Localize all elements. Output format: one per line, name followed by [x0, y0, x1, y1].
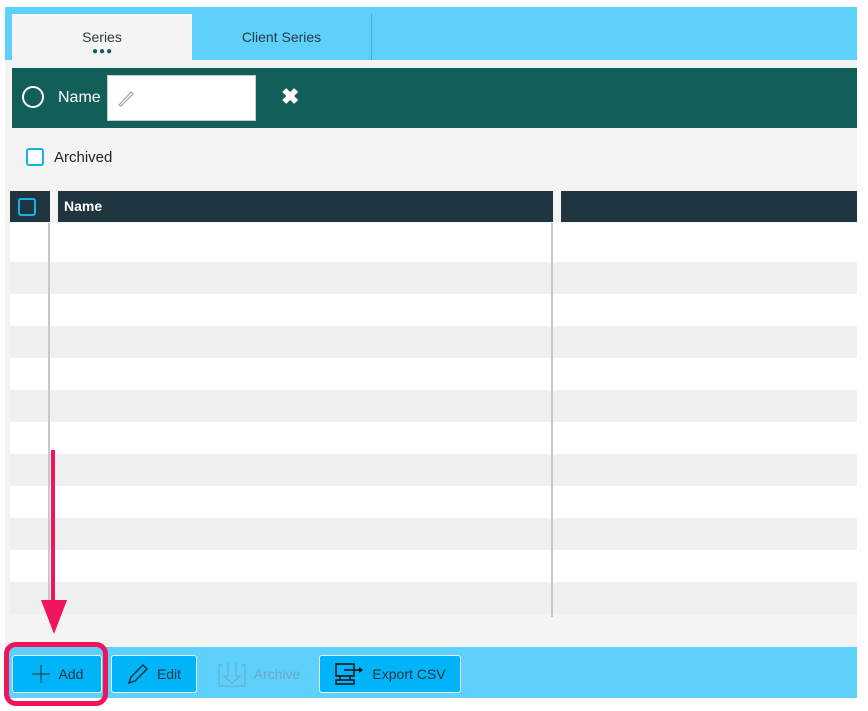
edit-button[interactable]: Edit: [111, 655, 197, 693]
tab-series[interactable]: Series ●●●: [12, 14, 192, 60]
table-body: [10, 223, 857, 617]
table-row[interactable]: [10, 518, 857, 550]
column-header-extra[interactable]: [561, 191, 857, 222]
table-row[interactable]: [10, 486, 857, 518]
export-csv-button[interactable]: Export CSV: [319, 655, 461, 693]
archive-button[interactable]: Archive: [217, 655, 301, 693]
table-row[interactable]: [10, 582, 857, 614]
table-row[interactable]: [10, 454, 857, 486]
highlight-annotation: [4, 642, 108, 706]
more-dots-icon: ●●●: [92, 46, 114, 57]
table-row[interactable]: [10, 294, 857, 326]
column-header-name[interactable]: Name: [58, 191, 553, 222]
tab-label: Client Series: [241, 29, 322, 45]
table-row[interactable]: [10, 358, 857, 390]
name-filter-input[interactable]: [107, 75, 256, 121]
table-row[interactable]: [10, 230, 857, 262]
filter-label: Name: [58, 89, 101, 106]
clear-filter-button[interactable]: ✖: [281, 84, 299, 110]
archived-label: Archived: [54, 149, 113, 166]
export-label: Export CSV: [372, 666, 446, 682]
tab-label: Series: [82, 29, 122, 45]
tab-client-series[interactable]: Client Series: [192, 14, 372, 60]
arrow-annotation: [41, 450, 67, 634]
select-all-checkbox[interactable]: [18, 198, 36, 216]
archived-checkbox[interactable]: [26, 148, 44, 166]
search-icon: [22, 86, 44, 108]
table-row[interactable]: [10, 223, 857, 230]
archive-download-icon: [218, 662, 246, 687]
archive-label: Archive: [253, 666, 301, 682]
column-divider[interactable]: [551, 223, 553, 617]
edit-label: Edit: [156, 666, 182, 682]
select-all-header: [10, 191, 50, 222]
table-row[interactable]: [10, 326, 857, 358]
pencil-icon: [127, 663, 148, 685]
pencil-icon: [118, 91, 134, 107]
table-row[interactable]: [10, 390, 857, 422]
table-row[interactable]: [10, 262, 857, 294]
table-row[interactable]: [10, 550, 857, 582]
table-row[interactable]: [10, 422, 857, 454]
export-icon: [335, 663, 364, 685]
